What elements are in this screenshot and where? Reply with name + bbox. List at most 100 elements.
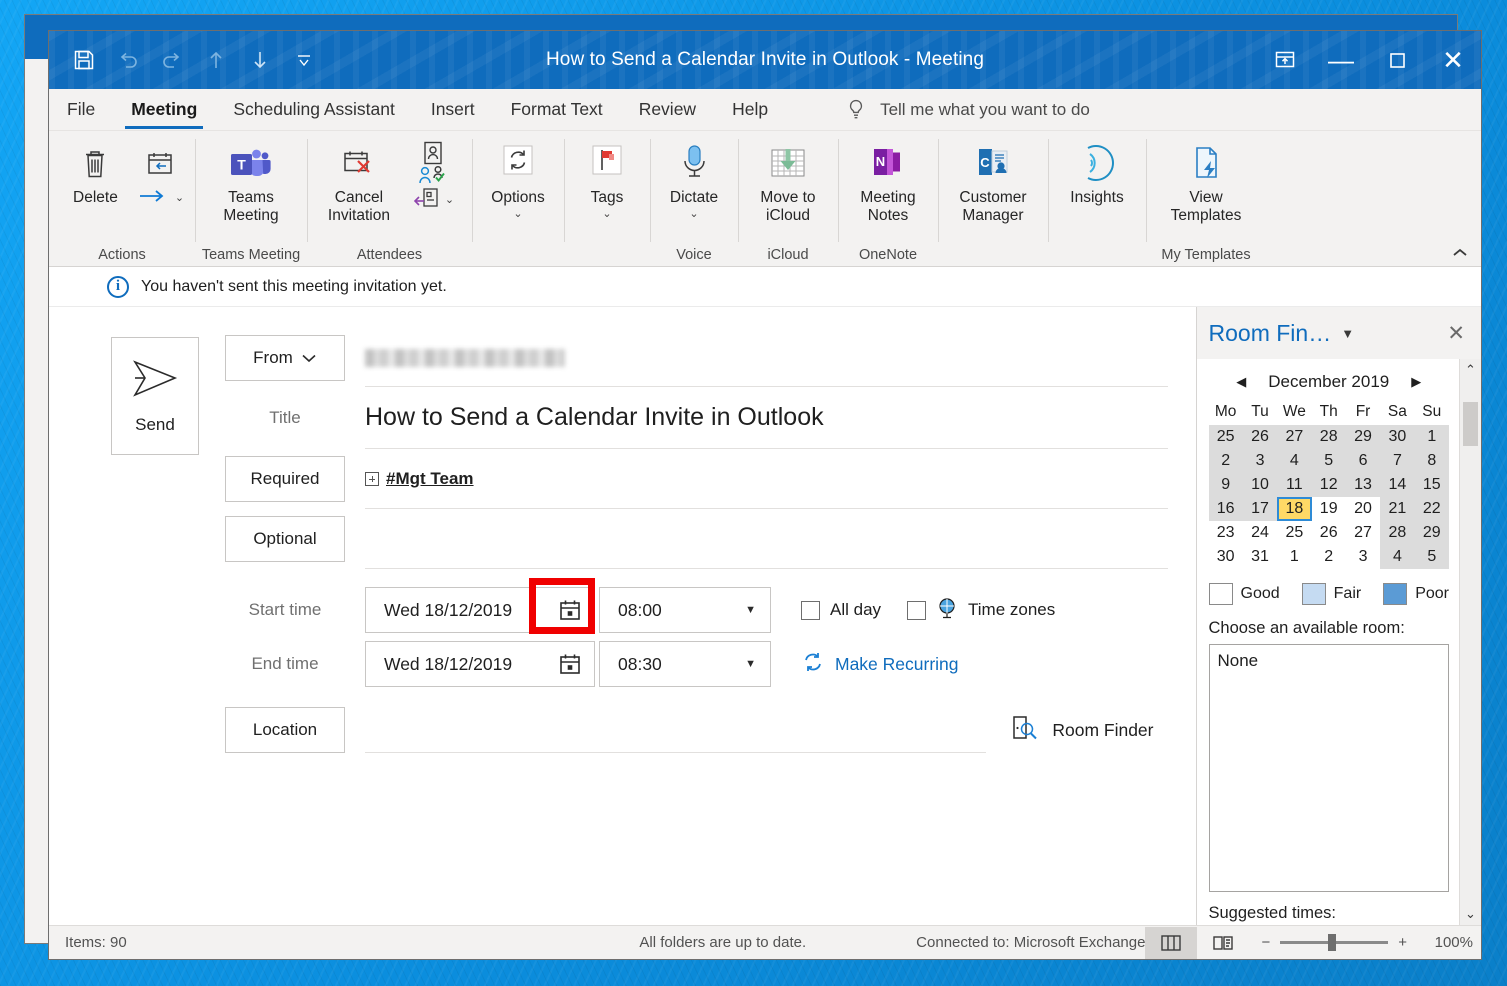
availability-calendar[interactable]: Mo Tu We Th Fr Sa Su 25 26 27 28 29 30 1 2 3 4 5 6 7… (1208, 399, 1449, 569)
all-day-checkbox[interactable] (801, 600, 820, 620)
calendar-day-cell[interactable]: 12 (1311, 473, 1346, 497)
calendar-day-cell[interactable]: 5 (1311, 449, 1346, 473)
calendar-day-cell[interactable]: 3 (1346, 545, 1380, 569)
zoom-level[interactable]: 100% (1417, 934, 1473, 951)
start-time-input[interactable]: 08:00 ▼ (599, 587, 771, 633)
scroll-up-arrow-icon[interactable]: ⌃ (1465, 362, 1476, 378)
forward-dropdown-caret[interactable]: ⌄ (175, 192, 184, 204)
calendar-day-cell[interactable]: 7 (1380, 449, 1415, 473)
calendar-day-cell[interactable]: 27 (1277, 425, 1312, 449)
calendar-day-cell[interactable]: 4 (1277, 449, 1312, 473)
close-icon[interactable]: ✕ (1447, 321, 1471, 346)
delete-button[interactable]: Delete (57, 135, 134, 207)
calendar-day-cell[interactable]: 15 (1414, 473, 1449, 497)
options-dropdown-caret[interactable]: ⌄ (513, 208, 522, 220)
calendar-day-cell[interactable]: 28 (1311, 425, 1346, 449)
calendar-day-cell[interactable]: 16 (1208, 497, 1243, 521)
calendar-day-cell[interactable]: 30 (1209, 545, 1243, 569)
save-icon[interactable] (63, 40, 105, 80)
available-rooms-list[interactable]: None (1208, 644, 1449, 892)
zoom-slider[interactable] (1280, 934, 1389, 951)
maximize-button[interactable] (1369, 31, 1425, 89)
calendar-day-cell[interactable]: 14 (1380, 473, 1415, 497)
dictate-dropdown-caret[interactable]: ⌄ (689, 208, 698, 220)
tab-review[interactable]: Review (621, 89, 714, 130)
dictate-button[interactable]: Dictate ⌄ (658, 135, 730, 220)
start-date-input[interactable]: Wed 18/12/2019 (365, 578, 595, 634)
zoom-slider-thumb[interactable] (1328, 934, 1337, 951)
calendar-day-cell[interactable]: 31 (1243, 545, 1277, 569)
normal-view-icon[interactable] (1145, 926, 1198, 959)
contact-card-icon[interactable] (413, 187, 439, 214)
calendar-day-cell[interactable]: 3 (1242, 449, 1278, 473)
location-input[interactable] (365, 707, 987, 753)
calendar-day-cell[interactable]: 1 (1414, 425, 1449, 449)
calendar-day-cell[interactable]: 1 (1277, 545, 1311, 569)
meeting-notes-button[interactable]: N Meeting Notes (846, 135, 930, 225)
tags-button[interactable]: Tags ⌄ (572, 135, 642, 220)
tab-help[interactable]: Help (714, 89, 786, 130)
time-zones-checkbox-group[interactable]: Time zones (907, 597, 1055, 624)
calendar-day-cell[interactable]: 8 (1414, 449, 1449, 473)
make-recurring-button[interactable]: Make Recurring (801, 650, 959, 679)
undo-icon[interactable] (107, 40, 149, 80)
location-button[interactable]: Location (225, 707, 345, 753)
zoom-out-button[interactable]: − (1261, 934, 1270, 951)
options-button[interactable]: Options ⌄ (480, 135, 556, 220)
calendar-day-cell[interactable]: 2 (1312, 545, 1346, 569)
tags-dropdown-caret[interactable]: ⌄ (602, 208, 611, 220)
calendar-day-cell[interactable]: 26 (1312, 521, 1346, 545)
optional-button[interactable]: Optional (225, 516, 345, 562)
tab-file[interactable]: File (49, 89, 113, 130)
calendar-day-cell[interactable]: 25 (1277, 521, 1311, 545)
calendar-day-cell[interactable]: 10 (1242, 473, 1278, 497)
tab-insert[interactable]: Insert (413, 89, 493, 130)
attendees-dropdown-caret[interactable]: ⌄ (445, 194, 454, 206)
calendar-day-cell[interactable]: 9 (1208, 473, 1243, 497)
calendar-day-cell[interactable]: 29 (1414, 521, 1449, 545)
customize-qat-icon[interactable] (283, 40, 325, 80)
tab-scheduling-assistant[interactable]: Scheduling Assistant (215, 89, 413, 130)
calendar-day-cell[interactable]: 26 (1242, 425, 1278, 449)
all-day-checkbox-group[interactable]: All day (801, 600, 881, 620)
scrollbar-track[interactable] (1460, 378, 1481, 906)
room-finder-scrollbar[interactable]: ⌃ ⌄ (1459, 359, 1481, 925)
calendar-day-cell[interactable]: 19 (1312, 497, 1346, 521)
customer-manager-button[interactable]: C Customer Manager (946, 135, 1040, 225)
teams-meeting-button[interactable]: T Teams Meeting (209, 135, 293, 225)
calendar-day-cell[interactable]: 17 (1242, 497, 1278, 521)
calendar-day-cell[interactable]: 4 (1380, 545, 1415, 569)
scroll-down-arrow-icon[interactable]: ⌄ (1465, 906, 1476, 922)
time-zones-checkbox[interactable] (907, 600, 927, 620)
calendar-day-cell[interactable]: 29 (1345, 425, 1381, 449)
cancel-invitation-button[interactable]: Cancel Invitation (315, 135, 403, 225)
end-date-input[interactable]: Wed 18/12/2019 (365, 641, 595, 687)
calendar-day-cell[interactable]: 11 (1277, 473, 1312, 497)
calendar-day-cell[interactable]: 24 (1243, 521, 1277, 545)
end-time-dropdown-caret[interactable]: ▼ (745, 658, 756, 670)
from-value[interactable] (365, 329, 1168, 387)
calendar-day-cell[interactable]: 22 (1414, 497, 1449, 521)
forward-button[interactable]: ⌄ (134, 135, 187, 208)
minimize-button[interactable]: — (1313, 31, 1369, 89)
scrollbar-thumb[interactable] (1463, 402, 1478, 446)
view-templates-button[interactable]: View Templates (1154, 135, 1258, 225)
tab-format-text[interactable]: Format Text (493, 89, 621, 130)
calendar-day-cell[interactable]: 30 (1380, 425, 1415, 449)
start-date-calendar-picker-button[interactable] (558, 598, 582, 622)
collapse-ribbon-button[interactable] (1451, 247, 1469, 262)
zoom-control[interactable]: − + 100% (1261, 934, 1473, 951)
down-icon[interactable] (239, 40, 281, 80)
title-input[interactable]: How to Send a Calendar Invite in Outlook (365, 387, 1168, 449)
response-options-icon[interactable] (418, 165, 448, 187)
required-input[interactable]: #Mgt Team (365, 449, 1168, 509)
from-button[interactable]: From (225, 335, 345, 381)
next-month-arrow[interactable]: ▶ (1411, 374, 1421, 390)
prev-month-arrow[interactable]: ◀ (1236, 374, 1246, 390)
calendar-day-cell[interactable]: 21 (1380, 497, 1415, 521)
move-to-icloud-button[interactable]: Move to iCloud (746, 135, 830, 225)
required-attendee[interactable]: #Mgt Team (386, 469, 474, 489)
ribbon-display-options-icon[interactable] (1257, 31, 1313, 89)
calendar-day-cell[interactable]: 2 (1208, 449, 1243, 473)
optional-input[interactable] (365, 509, 1168, 569)
